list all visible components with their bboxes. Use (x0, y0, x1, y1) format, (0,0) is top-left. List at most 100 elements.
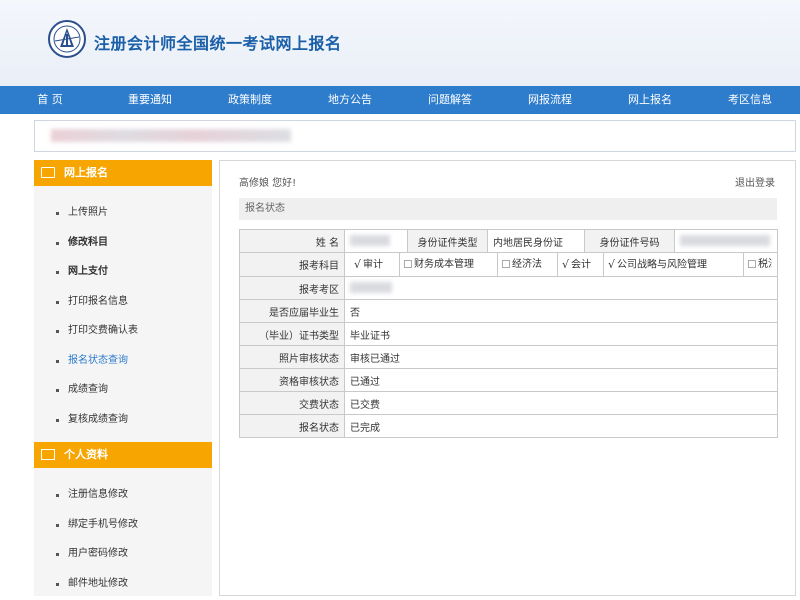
section-title: 报名状态 (239, 198, 777, 220)
certificate-type-label: （毕业）证书类型 (239, 322, 345, 346)
sidebar-item-label: 成绩查询 (68, 384, 108, 395)
subject-label: 税法 (758, 259, 772, 270)
sidebar-list-profile: 注册信息修改 绑定手机号修改 用户密码修改 邮件地址修改 (34, 468, 212, 600)
table-row: 报考考区 (239, 276, 778, 300)
id-type-value: 内地居民身份证 (487, 229, 585, 253)
user-greeting: 高修娘 您好! (239, 178, 297, 189)
main-panel: 高修娘 您好! 退出登录 报名状态 姓 名 身份证件类型 内地居民身份证 身份证… (219, 160, 796, 596)
table-row: （毕业）证书类型 毕业证书 (239, 322, 778, 346)
payment-status-value: 已交费 (344, 391, 778, 415)
nav-item-exam-areas[interactable]: 考区信息 (700, 86, 800, 114)
status-table: 姓 名 身份证件类型 内地居民身份证 身份证件号码 报考科目 √ 审计 财务成本管… (239, 229, 778, 438)
sidebar-item-label: 打印交费确认表 (68, 325, 138, 336)
sidebar-item-print-payment-confirmation[interactable]: 打印交费确认表 (34, 316, 212, 346)
table-row: 报名状态 已完成 (239, 414, 778, 438)
blurred-name (350, 235, 390, 247)
sidebar-section-title: 网上报名 (64, 166, 108, 179)
check-icon: √ (354, 253, 362, 276)
sidebar-item-score-query[interactable]: 成绩查询 (34, 375, 212, 405)
sidebar-item-label: 复核成绩查询 (68, 413, 128, 425)
blurred-exam-area (350, 282, 392, 294)
subjects-list: √审计 财务成本管理 经济法 √会计 √公司战略与风险管理 税法 (350, 253, 772, 276)
exam-area-value (344, 276, 778, 300)
name-label: 姓 名 (239, 229, 345, 253)
subject-label: 会计 (571, 259, 592, 271)
subjects-cell: √审计 财务成本管理 经济法 √会计 √公司战略与风险管理 税法 (344, 252, 778, 277)
sidebar-item-label: 网上支付 (68, 266, 108, 277)
table-row: 报考科目 √审计 财务成本管理 经济法 √会计 √公司战略与风险管理 税法 (239, 252, 778, 277)
certificate-type-value: 毕业证书 (344, 322, 778, 346)
subject-label: 财务成本管理 (414, 259, 474, 270)
registration-status-value: 已完成 (344, 414, 778, 438)
sidebar-item-score-review[interactable]: 复核成绩查询 (34, 405, 212, 435)
photo-review-label: 照片审核状态 (239, 345, 345, 369)
nav-item-home[interactable]: 首 页 (0, 86, 100, 114)
table-row: 资格审核状态 已通过 (239, 368, 778, 392)
site-title: 注册会计师全国统一考试网上报名 (94, 34, 342, 53)
monitor-icon (41, 167, 55, 178)
sidebar-item-upload-photo[interactable]: 上传照片 (34, 198, 212, 228)
sidebar-section-registration: 网上报名 (34, 160, 212, 186)
name-value (344, 229, 408, 253)
notice-bar (34, 120, 796, 152)
sidebar-item-label: 修改科目 (68, 236, 108, 248)
id-card-icon (41, 449, 55, 460)
subject-audit: √ 审计 (350, 253, 400, 276)
check-icon: √ (608, 253, 616, 276)
qualification-review-label: 资格审核状态 (239, 368, 345, 392)
site-header: 注册会计师全国统一考试网上报名 (0, 0, 800, 86)
payment-status-label: 交费状态 (239, 391, 345, 415)
sidebar-item-print-registration[interactable]: 打印报名信息 (34, 287, 212, 317)
subject-economic-law: 经济法 (498, 253, 558, 276)
nav-item-policies[interactable]: 政策制度 (200, 86, 300, 114)
table-row: 姓 名 身份证件类型 内地居民身份证 身份证件号码 (239, 229, 778, 253)
exam-area-label: 报考考区 (239, 276, 345, 300)
sidebar-section-title: 个人资料 (64, 448, 108, 461)
sidebar-item-label: 用户密码修改 (68, 548, 128, 559)
sidebar-item-change-phone[interactable]: 绑定手机号修改 (34, 510, 212, 540)
blurred-id-number (680, 235, 770, 247)
subject-financial-management: 财务成本管理 (400, 253, 498, 276)
id-number-value (674, 229, 778, 253)
nav-item-notices[interactable]: 重要通知 (100, 86, 200, 114)
sidebar-list-registration: 上传照片 修改科目 网上支付 打印报名信息 打印交费确认表 报名状态查询 成绩查… (34, 186, 212, 442)
table-row: 是否应届毕业生 否 (239, 299, 778, 323)
subject-accounting: √ 会计 (558, 253, 604, 276)
subject-label: 审计 (363, 259, 384, 271)
check-icon: √ (562, 253, 570, 276)
sidebar-item-change-email[interactable]: 邮件地址修改 (34, 569, 212, 599)
sidebar-item-label: 报名状态查询 (68, 354, 128, 366)
sidebar-item-label: 注册信息修改 (68, 489, 128, 500)
fresh-graduate-value: 否 (344, 299, 778, 323)
blurred-notice-text (51, 129, 291, 142)
table-row: 照片审核状态 审核已通过 (239, 345, 778, 369)
sidebar-item-label: 邮件地址修改 (68, 577, 128, 589)
sidebar-item-modify-subjects[interactable]: 修改科目 (34, 228, 212, 258)
subjects-label: 报考科目 (239, 252, 345, 277)
id-type-label: 身份证件类型 (407, 229, 488, 253)
subject-label: 公司战略与风险管理 (617, 259, 708, 271)
nav-item-local-announcements[interactable]: 地方公告 (300, 86, 400, 114)
nav-item-process[interactable]: 网报流程 (500, 86, 600, 114)
sidebar-item-label: 绑定手机号修改 (68, 518, 138, 530)
sidebar-item-registration-status[interactable]: 报名状态查询 (34, 346, 212, 376)
fresh-graduate-label: 是否应届毕业生 (239, 299, 345, 323)
checkbox-icon (748, 260, 756, 268)
table-row: 交费状态 已交费 (239, 391, 778, 415)
checkbox-icon (404, 260, 412, 268)
registration-status-label: 报名状态 (239, 414, 345, 438)
checkbox-icon (502, 260, 510, 268)
nav-item-faq[interactable]: 问题解答 (400, 86, 500, 114)
sidebar: 网上报名 上传照片 修改科目 网上支付 打印报名信息 打印交费确认表 报名状态查… (34, 160, 212, 596)
subject-tax-law: 税法 (744, 254, 772, 276)
sidebar-item-change-password[interactable]: 用户密码修改 (34, 539, 212, 569)
photo-review-value: 审核已通过 (344, 345, 778, 369)
sidebar-item-online-payment[interactable]: 网上支付 (34, 257, 212, 287)
logout-link[interactable]: 退出登录 (735, 174, 775, 189)
sidebar-section-profile: 个人资料 (34, 442, 212, 468)
nav-item-registration[interactable]: 网上报名 (600, 86, 700, 114)
subject-strategy-risk: √ 公司战略与风险管理 (604, 253, 744, 276)
sidebar-item-edit-registration-info[interactable]: 注册信息修改 (34, 480, 212, 510)
main-nav: 首 页 重要通知 政策制度 地方公告 问题解答 网报流程 网上报名 考区信息 (0, 86, 800, 114)
cicpa-logo-icon (48, 20, 86, 58)
